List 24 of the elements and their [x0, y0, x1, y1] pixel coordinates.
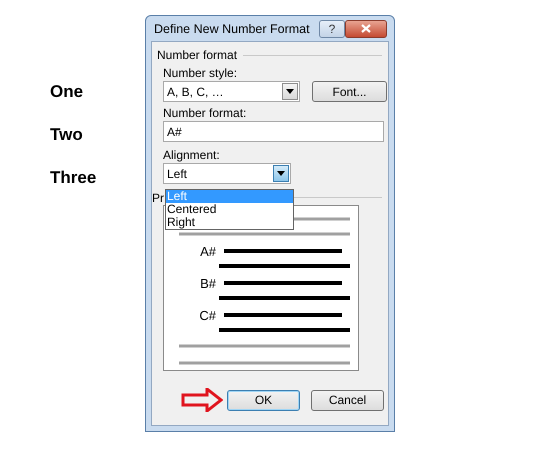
- help-button[interactable]: ?: [319, 20, 345, 38]
- preview-number: C#: [199, 308, 216, 323]
- group-label: Pr: [152, 190, 164, 206]
- dropdown-option[interactable]: Right: [166, 216, 293, 229]
- preview-number: A#: [200, 244, 216, 259]
- side-label: One: [50, 82, 84, 101]
- ok-button[interactable]: OK: [227, 390, 300, 410]
- arrow-icon: [181, 388, 223, 412]
- dropdown-option[interactable]: Centered: [166, 203, 293, 216]
- side-label: Two: [50, 125, 83, 144]
- field-label: Number style:: [163, 66, 238, 80]
- side-label: Three: [50, 168, 96, 187]
- font-button[interactable]: Font...: [312, 81, 387, 102]
- number-style-dropdown[interactable]: A, B, C, …: [163, 81, 300, 102]
- group-label: Number format: [157, 47, 238, 64]
- close-button[interactable]: [345, 20, 387, 38]
- window-title: Define New Number Format: [153, 20, 311, 38]
- alignment-dropdown[interactable]: Left: [163, 163, 291, 184]
- cancel-button[interactable]: Cancel: [311, 390, 384, 410]
- close-icon: [361, 24, 371, 33]
- preview-number: B#: [200, 276, 216, 291]
- field-label: Number format:: [163, 106, 246, 120]
- field-label: Alignment:: [163, 148, 220, 162]
- number-format-field[interactable]: A#: [163, 121, 384, 142]
